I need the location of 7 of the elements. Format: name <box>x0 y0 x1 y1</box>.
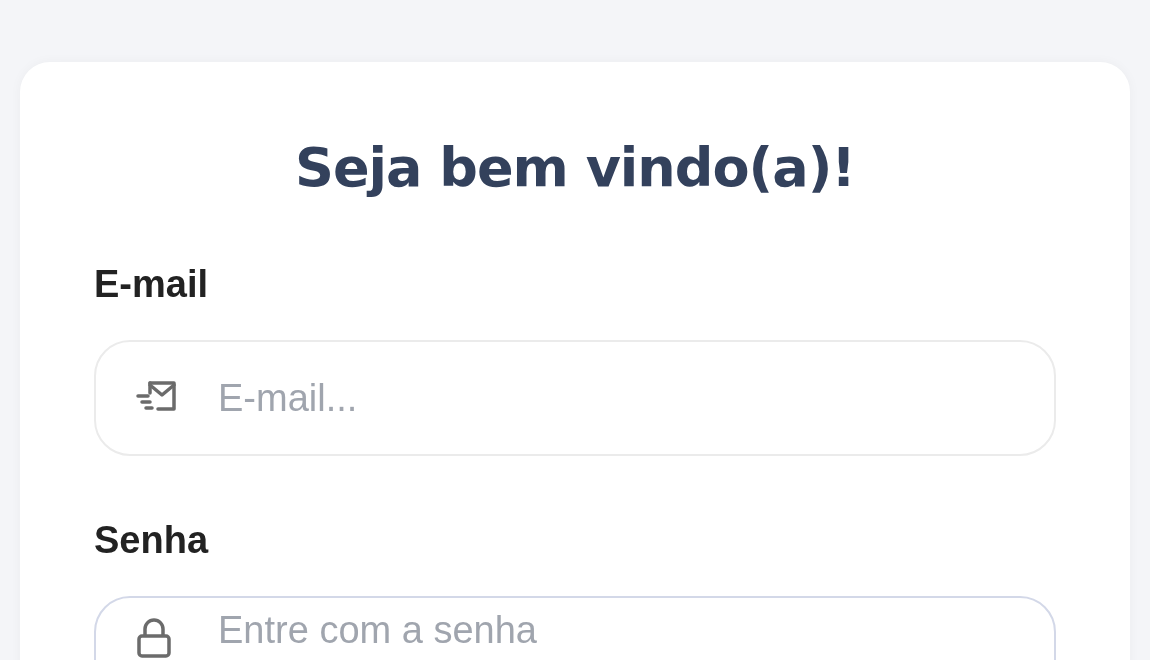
lock-icon <box>136 618 172 658</box>
welcome-title: Seja bem vindo(a)! <box>295 136 855 200</box>
field-label: Senha <box>94 518 209 563</box>
password-field[interactable]: Entre com a senha <box>94 596 1056 660</box>
email-field[interactable]: E-mail... <box>94 340 1056 456</box>
field-label: E-mail <box>94 262 209 307</box>
mail-icon <box>136 380 178 414</box>
